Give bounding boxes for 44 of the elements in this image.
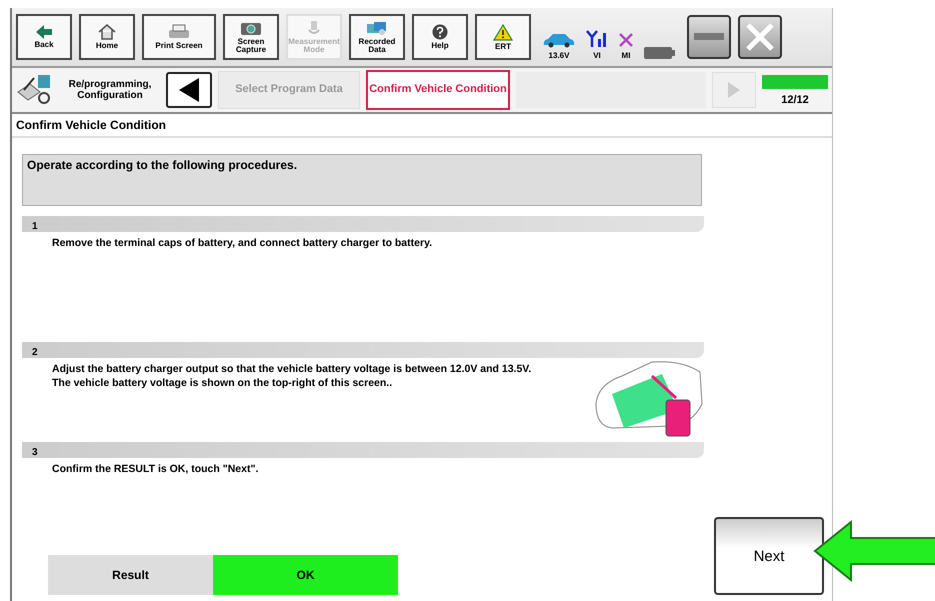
battery-icon xyxy=(644,46,676,60)
left-triangle-icon xyxy=(179,78,199,102)
toolbar-button[interactable]: Home xyxy=(79,14,135,60)
close-icon xyxy=(745,22,775,52)
step-number: 3 xyxy=(31,446,39,460)
close-button[interactable] xyxy=(738,15,782,59)
step-number: 2 xyxy=(31,346,39,360)
toolbar-button[interactable]: Print Screen xyxy=(142,14,216,60)
step-text: Remove the terminal caps of battery, and connect battery charger to battery. xyxy=(52,236,434,250)
section-label: Re/programming, Configuration xyxy=(68,79,152,101)
signal-icon xyxy=(586,30,608,48)
toolbar-button[interactable]: Screen Capture xyxy=(223,14,279,60)
camera-icon xyxy=(240,20,262,36)
toolbar-button[interactable]: Back xyxy=(16,14,72,60)
result-label: Result xyxy=(48,555,213,595)
printer-icon xyxy=(168,24,190,40)
help-icon xyxy=(432,24,448,40)
warning-icon xyxy=(493,24,513,40)
toolbar-button[interactable]: Recorded Data xyxy=(349,14,405,60)
instruction-text: Operate according to the following procedures. xyxy=(27,158,298,172)
breadcrumb-step: Select Program Data xyxy=(218,71,360,109)
back-arrow-icon xyxy=(36,25,52,39)
minimize-button[interactable] xyxy=(687,15,731,59)
breadcrumb-step: Confirm Vehicle Condition xyxy=(366,70,510,110)
next-button[interactable]: Next xyxy=(714,517,824,595)
house-icon xyxy=(98,24,116,40)
folders-icon xyxy=(366,20,388,36)
page-title: Confirm Vehicle Condition xyxy=(12,114,832,138)
status-label: 13.6V xyxy=(548,51,570,60)
progress-label: 12/12 xyxy=(781,94,809,106)
probe-icon xyxy=(307,20,321,36)
car-icon xyxy=(542,32,576,48)
step-number: 1 xyxy=(31,220,39,234)
step-text: Adjust the battery charger output so that the vehicle battery voltage is between 12.0V and 13.5V. The vehicle battery voltage is shown on the top-right of this screen.. xyxy=(52,362,532,392)
toolbar-button[interactable]: ERT xyxy=(475,14,531,60)
back-button[interactable] xyxy=(166,72,212,108)
cross-icon xyxy=(618,32,634,48)
toolbar-button[interactable]: Help xyxy=(412,14,468,60)
minimize-icon xyxy=(694,33,724,41)
status-label: VI xyxy=(593,51,601,60)
right-triangle-icon xyxy=(728,82,740,98)
status-label: MI xyxy=(622,51,630,60)
result-value: OK xyxy=(213,555,398,595)
step-text: Confirm the RESULT is OK, touch "Next". xyxy=(52,462,260,476)
